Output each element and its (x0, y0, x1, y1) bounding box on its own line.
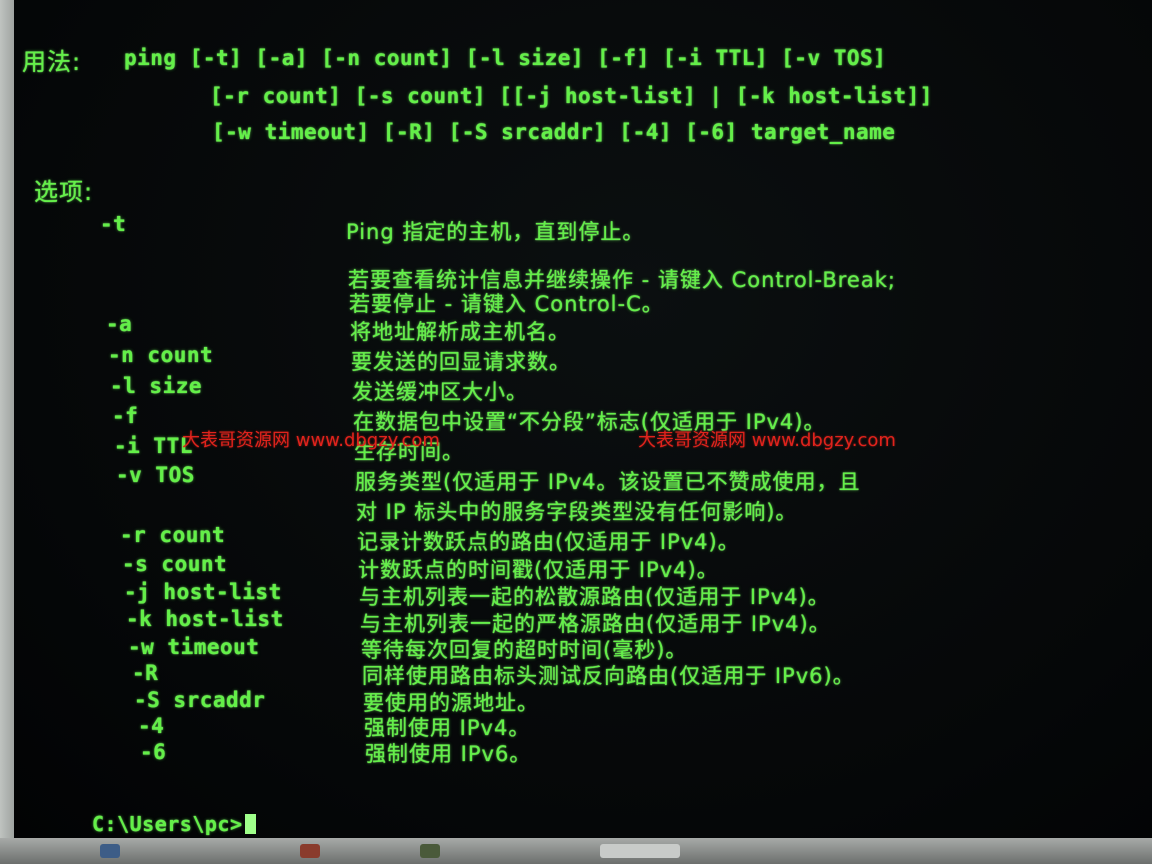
option-desc: Ping 指定的主机，直到停止。 (346, 220, 645, 244)
option-desc: 与主机列表一起的松散源路由(仅适用于 IPv4)。 (359, 585, 830, 609)
option-flag: -r count (120, 523, 226, 547)
option-flag: -l size (110, 374, 203, 398)
option-desc: 若要停止 - 请键入 Control-C。 (349, 292, 664, 316)
taskbar-app-icon[interactable] (420, 844, 440, 858)
usage-line-2: [-r count] [-s count] [[-j host-list] | … (210, 84, 933, 108)
options-label: 选项: (34, 178, 94, 206)
option-desc: 强制使用 IPv6。 (365, 742, 532, 766)
usage-label: 用法: (22, 48, 82, 76)
usage-line-1: ping [-t] [-a] [-n count] [-l size] [-f]… (124, 46, 887, 70)
watermark-text: 大表哥资源网 www.dbgzy.com (182, 430, 440, 451)
terminal-window[interactable]: 用法: ping [-t] [-a] [-n count] [-l size] … (14, 0, 1152, 838)
watermark-text: 大表哥资源网 www.dbgzy.com (638, 430, 896, 451)
option-flag: -w timeout (128, 635, 260, 659)
usage-line-3: [-w timeout] [-R] [-S srcaddr] [-4] [-6]… (212, 120, 896, 144)
option-desc: 同样使用路由标头测试反向路由(仅适用于 IPv6)。 (362, 664, 855, 688)
option-flag: -v TOS (116, 463, 195, 487)
option-flag: -6 (140, 740, 167, 764)
option-flag: -t (100, 212, 127, 236)
taskbar-window-button[interactable] (600, 844, 680, 858)
taskbar (0, 838, 1152, 864)
option-flag: -4 (138, 714, 165, 738)
option-desc: 发送缓冲区大小。 (352, 380, 528, 404)
option-flag: -s count (122, 552, 228, 576)
monitor-photo: 用法: ping [-t] [-a] [-n count] [-l size] … (0, 0, 1152, 864)
option-flag: -S srcaddr (134, 688, 266, 712)
option-flag: -j host-list (124, 580, 282, 604)
option-flag: -k host-list (126, 607, 284, 631)
option-desc: 要发送的回显请求数。 (351, 350, 571, 374)
option-desc: 计数跃点的时间戳(仅适用于 IPv4)。 (358, 558, 719, 582)
option-flag: -R (132, 661, 159, 685)
option-flag: -f (112, 404, 139, 428)
option-desc: 对 IP 标头中的服务字段类型没有任何影响)。 (356, 500, 798, 524)
option-desc: 服务类型(仅适用于 IPv4。该设置已不赞成使用，且 (355, 470, 861, 494)
command-prompt[interactable]: C:\Users\pc> (92, 812, 256, 836)
option-flag: -a (106, 312, 133, 336)
text-cursor (244, 814, 256, 834)
taskbar-app-icon[interactable] (100, 844, 120, 858)
prompt-text: C:\Users\pc> (92, 812, 243, 836)
taskbar-app-icon[interactable] (300, 844, 320, 858)
option-desc: 记录计数跃点的路由(仅适用于 IPv4)。 (357, 530, 740, 554)
option-flag: -n count (108, 343, 214, 367)
option-desc: 将地址解析成主机名。 (350, 320, 570, 344)
